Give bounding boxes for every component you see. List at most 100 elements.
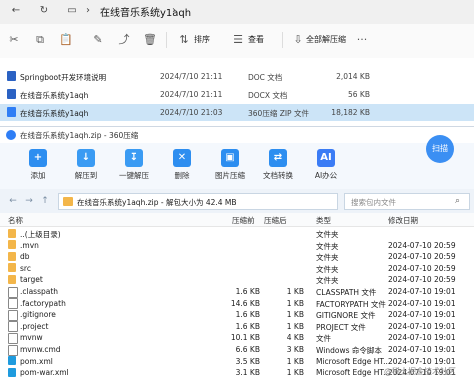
zip-row-name: target — [20, 275, 43, 285]
image-compress-icon: ▣ — [221, 149, 239, 167]
column-header-after[interactable]: 压缩后 — [264, 215, 287, 226]
zip-row-after: 1 KB — [286, 321, 304, 331]
delete-icon[interactable]: 🗑 — [142, 32, 158, 48]
zip-logo-icon — [6, 130, 16, 140]
file-row[interactable]: 在线音乐系统y1aqh 2024/7/10 21:11 DOCX 文档 56 KB — [0, 86, 474, 103]
zip-row-date: 2024-07-10 19:01 — [388, 321, 456, 331]
file-date: 2024/7/10 21:03 — [160, 108, 223, 117]
file-icon — [7, 71, 16, 81]
file-date: 2024/7/10 21:11 — [160, 72, 223, 81]
zip-row-date: 2024-07-10 20:59 — [388, 240, 456, 250]
share-icon[interactable]: ⤴ — [116, 32, 132, 48]
zip-row-before: 1.6 KB — [235, 287, 260, 296]
column-header-before[interactable]: 压缩前 — [232, 215, 255, 226]
zip-row-name: pom-war.xml — [20, 368, 69, 378]
folder-icon — [8, 251, 16, 261]
chevron-right-icon[interactable]: › — [82, 5, 94, 17]
column-header-type[interactable]: 类型 — [316, 215, 331, 226]
scan-button[interactable]: 扫描 — [426, 135, 454, 163]
back-arrow-icon[interactable]: ← — [10, 5, 22, 17]
ribbon-label: AI办公 — [314, 171, 338, 180]
refresh-icon[interactable]: ↻ — [38, 5, 50, 17]
toolbar-divider — [282, 32, 283, 48]
ribbon-label: 删除 — [174, 171, 190, 180]
view-button[interactable]: 查看 — [248, 34, 264, 45]
folder-icon — [8, 240, 16, 250]
zip-row-name: db — [20, 252, 30, 262]
zip-row-name: .mvn — [20, 240, 39, 250]
folder-icon — [8, 228, 16, 238]
chevron-right-icon[interactable]: › — [168, 5, 180, 17]
file-size: 2,014 KB — [336, 72, 370, 81]
zip-row-date: 2024-07-10 20:59 — [388, 252, 456, 262]
zip-row-before: 1.6 KB — [235, 321, 260, 331]
zip-row-after: 1 KB — [286, 287, 304, 296]
copy-icon[interactable]: ⧉ — [32, 32, 48, 48]
zip-row-type: Microsoft Edge HT... — [316, 368, 391, 378]
one-click-extract-button[interactable]: ↧ 一键解压 — [118, 147, 150, 187]
column-header-name[interactable]: 名称 — [8, 215, 23, 226]
file-type: DOCX 文档 — [248, 91, 288, 100]
ribbon-label: 图片压缩 — [215, 171, 245, 180]
explorer-file-list: Springboot开发环境说明 2024/7/10 21:11 DOC 文档 2,0… — [0, 58, 474, 126]
forward-arrow-icon[interactable]: → — [24, 195, 34, 207]
sort-button[interactable]: 排序 — [194, 34, 210, 45]
zip-row-date: 2024-07-10 19:01 — [388, 356, 456, 366]
image-compress-button[interactable]: ▣ 图片压缩 — [214, 147, 246, 187]
rename-icon[interactable]: ✎ — [90, 32, 106, 48]
file-size: 18,182 KB — [331, 108, 370, 117]
view-icon[interactable]: ☰ — [230, 32, 246, 48]
file-size: 56 KB — [348, 90, 370, 99]
file-name: 在线音乐系统y1aqh — [20, 91, 89, 100]
add-button[interactable]: + 添加 — [22, 147, 54, 187]
file-icon — [8, 367, 16, 377]
zip-row-after: 1 KB — [286, 356, 304, 366]
file-row[interactable]: Springboot开发环境说明 2024/7/10 21:11 DOC 文档 2,0… — [0, 68, 474, 85]
cut-icon[interactable]: ✂ — [6, 32, 22, 48]
zip-ribbon: + 添加 ↓ 解压到 ↧ 一键解压 ✕ 删除 ▣ 图片压缩 ⇄ 文档转换 AI AI办公 — [0, 143, 474, 189]
extract-to-icon: ↓ — [77, 149, 95, 167]
zip-address-bar: ← → ↑ 在线音乐系统y1aqh.zip - 解包大小为 42.4 MB ▼ … — [0, 189, 474, 214]
search-icon[interactable]: ⌕ — [455, 196, 460, 206]
search-input[interactable]: 搜索包内文件 ⌕ — [344, 193, 470, 210]
up-arrow-icon[interactable]: ↑ — [40, 195, 50, 207]
file-icon — [7, 107, 16, 117]
zip-row-before: 10.1 KB — [230, 333, 260, 343]
extract-all-icon[interactable]: ⇩ — [290, 32, 306, 48]
file-name: Springboot开发环境说明 — [20, 73, 107, 82]
zip-row-name: .factorypath — [20, 298, 66, 308]
search-placeholder: 搜索包内文件 — [351, 198, 396, 207]
zip-row-before: 14.6 KB — [230, 298, 260, 308]
zip-row-after: 3 KB — [286, 345, 304, 354]
file-row[interactable]: 在线音乐系统y1aqh 2024/7/10 21:03 360压缩 ZIP 文件 18… — [0, 104, 474, 121]
sort-icon[interactable]: ⇅ — [176, 32, 192, 48]
zip-row-date: 2024-07-10 19:01 — [388, 310, 456, 320]
zip-row-date: 2024-07-10 19:01 — [388, 345, 456, 354]
zip-row-after: 1 KB — [286, 368, 304, 378]
monitor-icon: ▭ — [67, 5, 77, 16]
zip-row-before: 3.1 KB — [235, 368, 260, 378]
doc-convert-button[interactable]: ⇄ 文档转换 — [262, 147, 294, 187]
ai-office-button[interactable]: AI AI办公 — [310, 147, 342, 187]
file-icon — [7, 89, 16, 99]
zip-window-title: 在线音乐系统y1aqh.zip - 360压缩 — [20, 131, 139, 140]
address-field[interactable]: 在线音乐系统y1aqh.zip - 解包大小为 42.4 MB ▼ — [58, 193, 386, 210]
ribbon-label: 一键解压 — [119, 171, 149, 180]
zip-file-list: ..(上级目录) 文件夹 .mvn 文件夹 2024-07-10 20:59 db 文件夹 2… — [0, 227, 474, 381]
zip-row-after: 1 KB — [286, 310, 304, 320]
file-name: 在线音乐系统y1aqh — [20, 109, 89, 118]
back-arrow-icon[interactable]: ← — [8, 195, 18, 207]
extract-all-button[interactable]: 全部解压缩 — [306, 34, 346, 45]
folder-icon — [8, 263, 16, 273]
zip-row-date: 2024-07-10 19:01 — [388, 287, 456, 296]
column-header-modified[interactable]: 修改日期 — [388, 215, 418, 226]
trash-button[interactable]: ✕ 删除 — [166, 147, 198, 187]
more-icon[interactable]: ··· — [354, 32, 370, 48]
extract-to-button[interactable]: ↓ 解压到 — [70, 147, 102, 187]
paste-icon[interactable]: 📋 — [58, 32, 74, 48]
add-icon: + — [29, 149, 47, 167]
explorer-title-bar: ← ↻ ▭ › 在线音乐系统y1aqh › — [0, 0, 474, 24]
zip-row-before: 6.6 KB — [235, 345, 260, 354]
watermark: @稀土掘金技术社区 — [384, 367, 456, 376]
zip-row-name: src — [20, 263, 31, 273]
